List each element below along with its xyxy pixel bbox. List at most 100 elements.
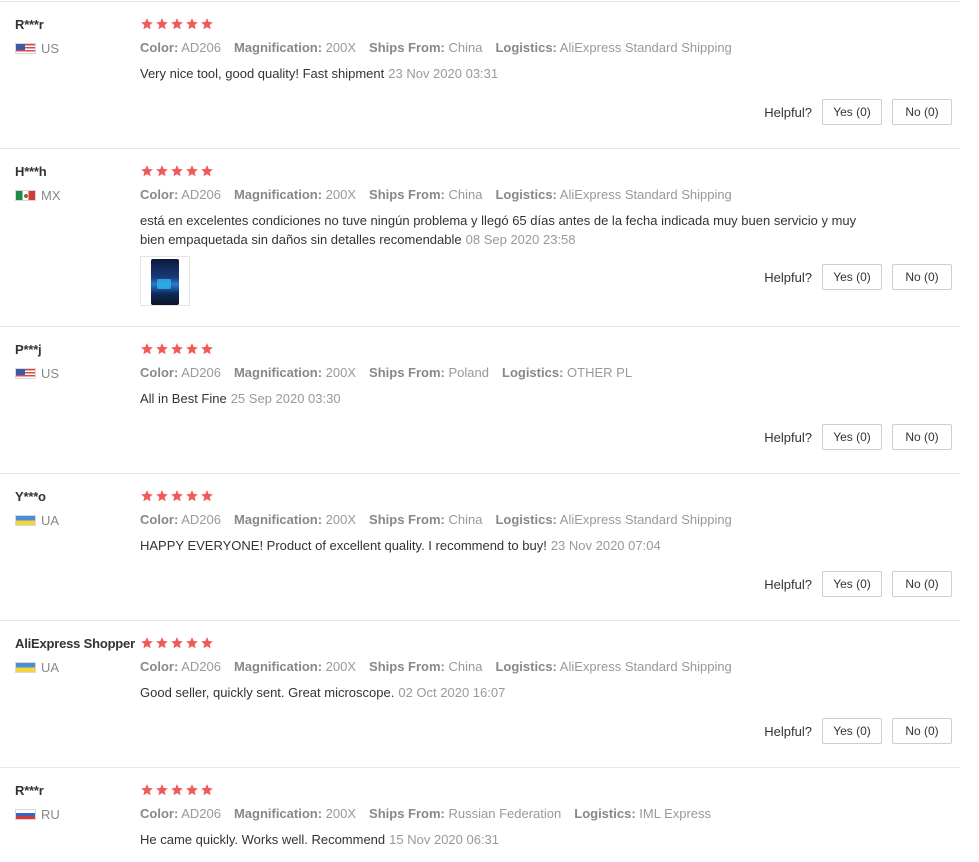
helpful-no-button[interactable]: No (0) <box>892 718 952 744</box>
reviewer-name: Y***o <box>15 489 46 504</box>
star-icon <box>140 783 154 797</box>
attr-value: AliExpress Standard Shipping <box>559 40 732 55</box>
star-icon <box>200 636 214 650</box>
reviewer-name: R***r <box>15 783 44 798</box>
review-date: 23 Nov 2020 03:31 <box>388 66 499 81</box>
review-divider <box>0 148 960 149</box>
helpful-controls: Helpful? Yes (0) No (0) <box>764 718 952 744</box>
review-body: All in Best Fine <box>140 391 227 406</box>
star-icon <box>140 164 154 178</box>
star-icon <box>155 636 169 650</box>
top-divider <box>0 1 960 2</box>
us-flag-icon <box>15 368 36 379</box>
attr-value: 200X <box>325 659 357 674</box>
helpful-label: Helpful? <box>764 576 812 592</box>
star-icon <box>185 17 199 31</box>
reviewer-country: MX <box>15 188 61 203</box>
review-photo-thumbnail[interactable] <box>140 256 190 306</box>
helpful-yes-button[interactable]: Yes (0) <box>822 718 882 744</box>
sku-attributes: Color: AD206 Magnification: 200X Ships F… <box>140 806 711 821</box>
star-icon <box>155 17 169 31</box>
review-date: 25 Sep 2020 03:30 <box>230 391 341 406</box>
review-text: está en excelentes condiciones no tuve n… <box>140 211 870 249</box>
helpful-label: Helpful? <box>764 429 812 445</box>
review-divider <box>0 620 960 621</box>
sku-attributes: Color: AD206 Magnification: 200X Ships F… <box>140 659 732 674</box>
photo-image <box>151 259 179 305</box>
attr-label: Logistics: <box>502 365 564 380</box>
attr-label: Logistics: <box>495 187 557 202</box>
attr-value: AD206 <box>181 187 221 202</box>
attr-label: Color: <box>140 512 179 527</box>
ua-flag-icon <box>15 515 36 526</box>
review-item: H***h MX Color: AD206 Magnification: 200… <box>0 164 960 327</box>
star-icon <box>140 342 154 356</box>
review-divider <box>0 767 960 768</box>
review-date: 15 Nov 2020 06:31 <box>389 832 500 847</box>
star-rating <box>140 164 214 178</box>
country-code: US <box>41 41 60 56</box>
attr-label: Magnification: <box>233 40 323 55</box>
attr-value: AliExpress Standard Shipping <box>559 659 732 674</box>
helpful-yes-button[interactable]: Yes (0) <box>822 571 882 597</box>
star-icon <box>170 489 184 503</box>
helpful-no-button[interactable]: No (0) <box>892 99 952 125</box>
country-code: UA <box>41 660 60 675</box>
star-icon <box>170 17 184 31</box>
reviewer-name: AliExpress Shopper <box>15 636 135 651</box>
attr-value: 200X <box>325 365 357 380</box>
helpful-no-button[interactable]: No (0) <box>892 264 952 290</box>
sku-attributes: Color: AD206 Magnification: 200X Ships F… <box>140 512 732 527</box>
reviewer-country: US <box>15 366 59 381</box>
helpful-label: Helpful? <box>764 104 812 120</box>
helpful-yes-button[interactable]: Yes (0) <box>822 99 882 125</box>
attr-label: Color: <box>140 187 179 202</box>
reviewer-country: UA <box>15 513 59 528</box>
reviewer-country: UA <box>15 660 59 675</box>
attr-value: OTHER PL <box>567 365 633 380</box>
us-flag-icon <box>15 43 36 54</box>
country-code: US <box>41 366 60 381</box>
attr-value: China <box>448 40 483 55</box>
mx-flag-icon <box>15 190 36 201</box>
review-body: Good seller, quickly sent. Great microsc… <box>140 685 395 700</box>
star-icon <box>140 489 154 503</box>
ua-flag-icon <box>15 662 36 673</box>
attr-value: AD206 <box>181 659 221 674</box>
ru-flag-icon <box>15 809 36 820</box>
attr-value: AD206 <box>181 512 221 527</box>
star-icon <box>200 342 214 356</box>
review-item: Y***o UA Color: AD206 Magnification: 200… <box>0 489 960 621</box>
star-icon <box>170 783 184 797</box>
reviewer-country: RU <box>15 807 60 822</box>
attr-label: Ships From: <box>369 187 445 202</box>
star-icon <box>185 636 199 650</box>
review-text: HAPPY EVERYONE! Product of excellent qua… <box>140 536 870 555</box>
helpful-yes-button[interactable]: Yes (0) <box>822 424 882 450</box>
attr-label: Color: <box>140 40 179 55</box>
attr-label: Ships From: <box>369 806 445 821</box>
star-rating <box>140 783 214 797</box>
star-rating <box>140 489 214 503</box>
review-body: Very nice tool, good quality! Fast shipm… <box>140 66 385 81</box>
attr-value: China <box>448 187 483 202</box>
helpful-label: Helpful? <box>764 269 812 285</box>
attr-label: Magnification: <box>233 187 323 202</box>
helpful-controls: Helpful? Yes (0) No (0) <box>764 99 952 125</box>
star-icon <box>200 164 214 178</box>
star-icon <box>170 342 184 356</box>
attr-label: Ships From: <box>369 512 445 527</box>
helpful-label: Helpful? <box>764 723 812 739</box>
star-icon <box>185 342 199 356</box>
star-icon <box>155 342 169 356</box>
review-date: 23 Nov 2020 07:04 <box>550 538 661 553</box>
attr-label: Ships From: <box>369 659 445 674</box>
helpful-no-button[interactable]: No (0) <box>892 571 952 597</box>
helpful-no-button[interactable]: No (0) <box>892 424 952 450</box>
attr-label: Logistics: <box>495 512 557 527</box>
helpful-yes-button[interactable]: Yes (0) <box>822 264 882 290</box>
sku-attributes: Color: AD206 Magnification: 200X Ships F… <box>140 365 632 380</box>
star-icon <box>155 489 169 503</box>
review-item: R***r US Color: AD206 Magnification: 200… <box>0 17 960 149</box>
attr-value: 200X <box>325 512 357 527</box>
